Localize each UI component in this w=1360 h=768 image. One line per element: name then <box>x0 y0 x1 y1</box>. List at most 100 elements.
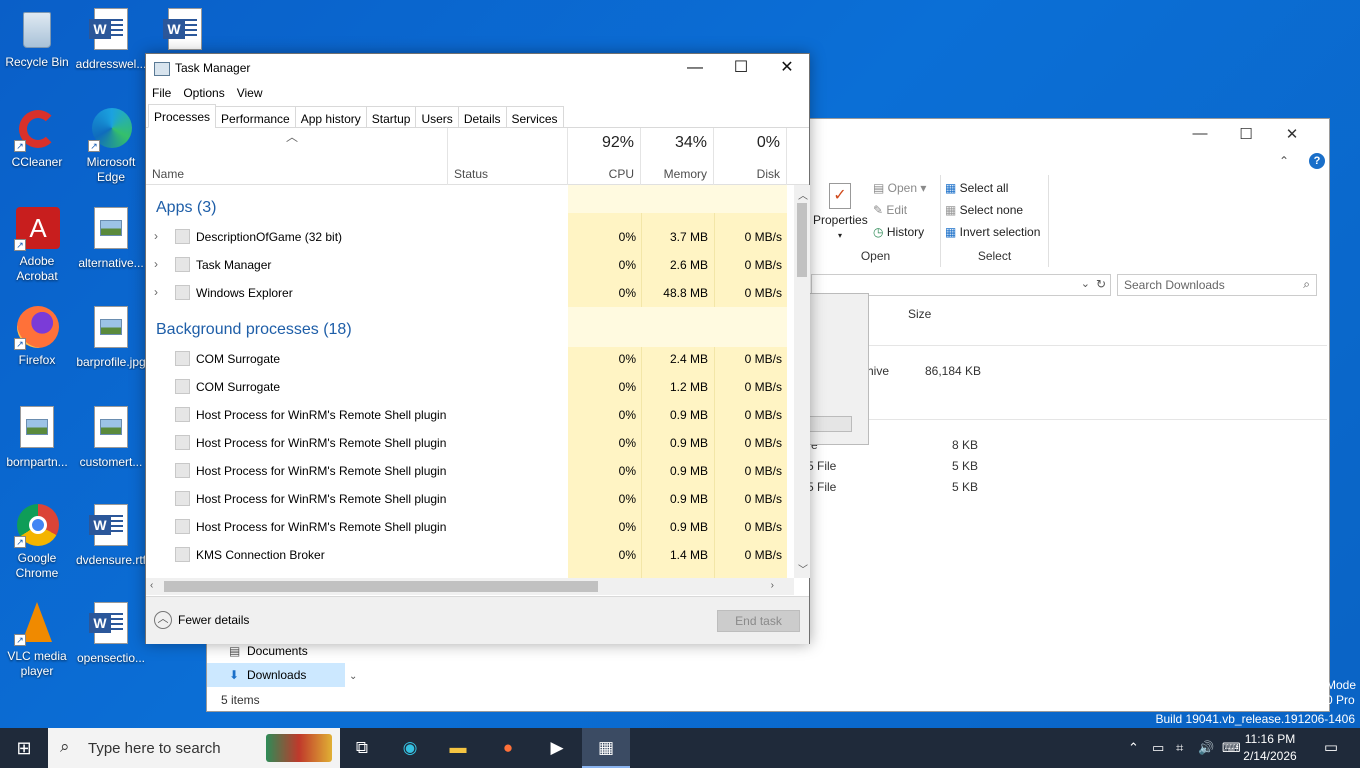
keyboard-icon[interactable]: ⌨ <box>1222 728 1241 768</box>
edge-icon: ↗ <box>88 106 134 152</box>
taskbar-edge[interactable]: ◉ <box>386 728 434 768</box>
close-button[interactable]: ✕ <box>764 54 810 84</box>
chevron-right-icon[interactable]: › <box>154 229 158 243</box>
chevron-down-icon[interactable]: ⌄ <box>1081 277 1090 290</box>
process-row[interactable]: › Task Manager 0% 2.6 MB 0 MB/s <box>146 251 794 279</box>
tab-app-history[interactable]: App history <box>294 106 367 128</box>
collapse-ribbon-icon[interactable]: ⌃ <box>1279 154 1289 168</box>
tab-processes[interactable]: Processes <box>148 104 217 128</box>
process-row[interactable]: KMS Connection Broker 0% 1.4 MB 0 MB/s <box>146 541 794 569</box>
taskbar-task-manager[interactable]: ▦ <box>582 728 630 768</box>
tab-details[interactable]: Details <box>457 106 507 128</box>
navigation-pane: ▤ Documents ⬇ Downloads <box>207 639 345 689</box>
minimize-icon[interactable]: — <box>1177 125 1223 143</box>
maximize-icon[interactable]: ☐ <box>1223 125 1269 143</box>
process-row[interactable]: Host Process for WinRM's Remote Shell pl… <box>146 401 794 429</box>
start-button[interactable]: ⊞ <box>0 728 48 768</box>
tab-users[interactable]: Users <box>415 106 459 128</box>
desktop-icon-edge[interactable]: ↗ Microsoft Edge <box>74 106 148 185</box>
invert-selection-button[interactable]: ▦ Invert selection <box>945 225 1040 239</box>
column-memory[interactable]: 34% Memory <box>641 128 714 185</box>
end-task-button[interactable]: End task <box>717 610 800 632</box>
tablet-icon[interactable]: ▭ <box>1152 728 1164 768</box>
desktop-icon-opensectio[interactable]: W opensectio... <box>74 600 148 666</box>
refresh-icon[interactable]: ↻ <box>1096 277 1106 291</box>
search-downloads-input[interactable]: Search Downloads ⌕ <box>1117 274 1317 296</box>
taskbar-media-player[interactable]: ▶ <box>533 728 581 768</box>
select-all-button[interactable]: ▦ Select all <box>945 181 1008 195</box>
desktop-icon-alternative[interactable]: alternative... <box>74 205 148 271</box>
scroll-thumb[interactable] <box>797 203 807 277</box>
maximize-button[interactable]: ☐ <box>718 54 764 84</box>
vertical-scrollbar[interactable]: ︿ ﹀ <box>794 185 810 578</box>
nav-scroll-down-icon[interactable]: ⌄ <box>349 671 357 682</box>
chevron-up-icon[interactable]: ⌃ <box>1128 728 1139 768</box>
close-icon[interactable]: ✕ <box>1269 125 1315 143</box>
fewer-details-button[interactable]: ︿ Fewer details <box>154 611 249 629</box>
task-view-button[interactable]: ⧉ <box>338 728 386 768</box>
properties-button[interactable]: ✓ Properties ▾ <box>813 183 868 241</box>
minimize-button[interactable]: — <box>672 54 718 84</box>
edit-button[interactable]: ✎ Edit <box>873 203 907 217</box>
desktop-icon-dvdensure[interactable]: W dvdensure.rtf <box>74 502 148 568</box>
volume-icon[interactable]: 🔊 <box>1198 728 1214 768</box>
apps-group-header[interactable]: Apps (3) <box>156 199 216 217</box>
desktop-icon-acrobat[interactable]: A ↗ Adobe Acrobat <box>0 205 74 284</box>
menu-view[interactable]: View <box>237 84 269 104</box>
network-icon[interactable]: ⌗ <box>1176 728 1183 768</box>
scroll-up-icon[interactable]: ︿ <box>798 187 808 202</box>
process-row[interactable]: › Windows Explorer 0% 48.8 MB 0 MB/s <box>146 279 794 307</box>
taskbar-file-explorer[interactable]: ▬ <box>434 728 482 768</box>
process-row[interactable]: Host Process for WinRM's Remote Shell pl… <box>146 429 794 457</box>
desktop-icon-recycle-bin[interactable]: Recycle Bin <box>0 6 74 70</box>
image-file-icon <box>88 406 134 452</box>
process-row[interactable]: COM Surrogate 0% 1.2 MB 0 MB/s <box>146 373 794 401</box>
desktop-icon-barprofile[interactable]: barprofile.jpg <box>74 304 148 370</box>
clock[interactable]: 11:16 PM 2/14/2026 <box>1242 731 1298 765</box>
history-button[interactable]: ◷ History <box>873 225 924 239</box>
taskbar-search[interactable]: ⌕ Type here to search <box>48 728 340 768</box>
desktop-icon-ccleaner[interactable]: ↗ CCleaner <box>0 106 74 170</box>
chevron-right-icon[interactable]: › <box>154 285 158 299</box>
scroll-right-icon[interactable]: › <box>771 580 774 591</box>
desktop-icon-chrome[interactable]: ↗ Google Chrome <box>0 502 74 581</box>
notification-button[interactable]: ▭ <box>1316 728 1346 768</box>
file-size: 5 KB <box>952 480 979 494</box>
desktop-icon-bornpartn[interactable]: bornpartn... <box>0 404 74 470</box>
menu-file[interactable]: File <box>152 84 177 104</box>
desktop-icon-vlc[interactable]: ↗ VLC media player <box>0 600 74 679</box>
chevron-right-icon[interactable]: › <box>154 257 158 271</box>
desktop-icon-customert[interactable]: customert... <box>74 404 148 470</box>
scroll-down-icon[interactable]: ﹀ <box>798 561 808 576</box>
nav-item-downloads[interactable]: ⬇ Downloads <box>207 663 345 687</box>
process-row[interactable]: COM Surrogate 0% 2.4 MB 0 MB/s <box>146 345 794 373</box>
tab-performance[interactable]: Performance <box>215 106 296 128</box>
file-type: 5 File <box>807 459 837 473</box>
scroll-left-icon[interactable]: ‹ <box>150 580 153 591</box>
scroll-thumb[interactable] <box>164 581 598 592</box>
horizontal-scrollbar[interactable]: ‹ › <box>146 578 794 595</box>
size-column-header[interactable]: Size <box>908 307 931 321</box>
process-row[interactable]: Host Process for WinRM's Remote Shell pl… <box>146 513 794 541</box>
tab-services[interactable]: Services <box>505 106 564 128</box>
help-icon[interactable]: ? <box>1309 153 1325 169</box>
column-name[interactable]: Name <box>146 128 448 185</box>
taskbar-firefox[interactable]: ● <box>484 728 532 768</box>
select-none-button[interactable]: ▦ Select none <box>945 203 1023 217</box>
desktop-icon-addresswel[interactable]: W addresswel... <box>74 6 148 72</box>
menu-options[interactable]: Options <box>183 84 230 104</box>
column-disk[interactable]: 0% Disk <box>714 128 787 185</box>
process-row[interactable]: Host Process for WinRM's Remote Shell pl… <box>146 485 794 513</box>
open-button[interactable]: ▤ Open ▾ <box>873 181 926 195</box>
title-bar[interactable]: Task Manager — ☐ ✕ <box>146 54 809 84</box>
desktop-icon-firefox[interactable]: ↗ Firefox <box>0 304 74 368</box>
process-row[interactable]: › DescriptionOfGame (32 bit) 0% 3.7 MB 0… <box>146 223 794 251</box>
tab-startup[interactable]: Startup <box>365 106 417 128</box>
watermark-logo: ANY RUN <box>1116 655 1330 704</box>
edge-icon: ◉ <box>402 738 418 757</box>
process-row[interactable]: Host Process for WinRM's Remote Shell pl… <box>146 457 794 485</box>
desktop-icon-word-doc[interactable]: W <box>148 6 222 57</box>
column-status[interactable]: Status <box>448 128 568 185</box>
column-cpu[interactable]: 92% CPU <box>568 128 641 185</box>
background-group-header[interactable]: Background processes (18) <box>156 321 352 339</box>
